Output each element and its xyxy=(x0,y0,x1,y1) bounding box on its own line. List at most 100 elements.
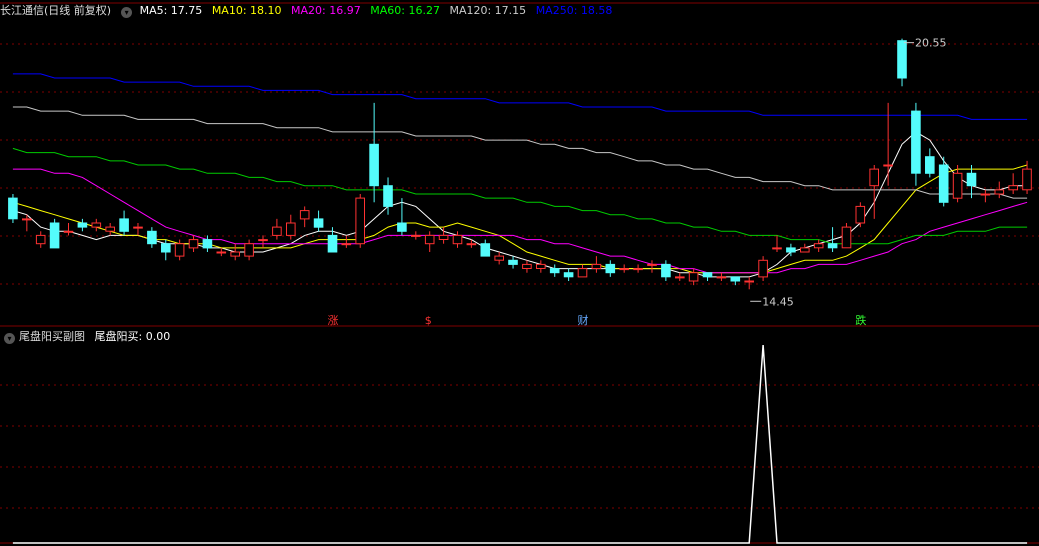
candle-body xyxy=(688,272,699,282)
candle xyxy=(202,235,213,252)
ma-line-ma250 xyxy=(12,73,1028,120)
candle-body xyxy=(1022,168,1032,191)
candle-body xyxy=(438,234,449,240)
candle-body xyxy=(202,239,213,249)
candle xyxy=(230,243,240,261)
candle-body xyxy=(230,251,240,257)
candle-body xyxy=(105,226,116,232)
candle xyxy=(119,210,129,236)
candle xyxy=(827,227,838,252)
candle xyxy=(633,264,643,273)
candle xyxy=(494,252,504,265)
candle xyxy=(688,268,699,286)
candle xyxy=(605,260,616,277)
candle xyxy=(952,165,963,203)
candle-body xyxy=(938,164,949,203)
candle-body xyxy=(911,110,921,174)
candle xyxy=(91,218,102,232)
candle-body xyxy=(758,259,768,278)
candle-body xyxy=(716,276,727,279)
candle xyxy=(272,218,282,240)
candle-body xyxy=(855,205,866,224)
candle-body xyxy=(466,243,477,246)
chevron-down-icon[interactable]: ▾ xyxy=(121,7,133,18)
ma5-label: MA5: 17.75 xyxy=(139,4,203,17)
candle xyxy=(563,268,574,281)
candle xyxy=(925,148,935,178)
candle xyxy=(411,231,421,240)
subchart-legend: ▾ 尾盘阳买副图 尾盘阳买: 0.00 xyxy=(0,327,176,347)
candle xyxy=(438,227,449,244)
candle-body xyxy=(188,239,199,249)
candle xyxy=(744,276,755,290)
candle-body xyxy=(327,234,338,253)
candle-body xyxy=(966,172,977,187)
low-price-label: 14.45 xyxy=(762,295,794,308)
candle-body xyxy=(216,251,227,254)
candle xyxy=(188,235,199,252)
candle-body xyxy=(730,276,741,282)
candle xyxy=(980,189,991,203)
candle xyxy=(480,239,491,257)
candle-body xyxy=(77,222,88,228)
candle-body xyxy=(827,243,838,249)
candle xyxy=(716,272,727,281)
candle-body xyxy=(633,268,643,271)
event-marker[interactable]: 跌 xyxy=(855,313,866,327)
candle-body xyxy=(286,222,296,236)
candle xyxy=(800,243,810,253)
candle xyxy=(8,194,18,223)
candle-body xyxy=(536,263,546,269)
candle-body xyxy=(494,255,504,261)
candle-body xyxy=(313,218,324,228)
ma-line-ma60 xyxy=(12,147,1028,245)
grid xyxy=(0,2,1039,544)
candle-body xyxy=(702,272,713,278)
candle-body xyxy=(994,189,1005,195)
candle xyxy=(355,194,365,248)
ma250-label: MA250: 18.58 xyxy=(535,4,613,17)
candle xyxy=(244,239,254,261)
candle-body xyxy=(591,263,602,269)
event-marker[interactable]: $ xyxy=(425,314,432,327)
candle-body xyxy=(772,247,782,250)
candle xyxy=(397,198,407,236)
event-marker[interactable]: 财 xyxy=(578,313,589,327)
candle-body xyxy=(355,197,365,245)
kline-chart[interactable]: 20.55 14.45 涨 $ 财 跌 xyxy=(0,0,1039,546)
chevron-down-icon[interactable]: ▾ xyxy=(4,333,15,344)
candle-body xyxy=(174,243,185,257)
candle-body xyxy=(577,268,588,278)
candle-body xyxy=(869,168,880,187)
ma60-label: MA60: 16.27 xyxy=(370,4,440,17)
candle-body xyxy=(925,156,935,174)
candle xyxy=(133,223,143,236)
event-marker[interactable]: 涨 xyxy=(327,314,338,327)
subchart-title: 尾盘阳买副图 xyxy=(19,330,85,343)
candle-body xyxy=(563,272,574,278)
candle xyxy=(341,235,352,248)
candle xyxy=(591,256,602,273)
ma10-label: MA10: 18.10 xyxy=(211,4,282,17)
candle xyxy=(147,227,157,248)
candlesticks xyxy=(8,38,1032,290)
candle-body xyxy=(480,243,491,257)
candle xyxy=(536,260,546,273)
candle xyxy=(647,260,657,273)
candle-body xyxy=(411,234,421,237)
annotations: 20.55 14.45 涨 $ 财 跌 xyxy=(327,37,946,327)
ma-line-ma5 xyxy=(12,131,1028,278)
candle-body xyxy=(647,263,657,266)
candle-body xyxy=(91,222,102,228)
indicator-subchart xyxy=(12,344,1028,544)
candle xyxy=(911,102,921,186)
candle-body xyxy=(744,280,755,283)
candle xyxy=(619,264,630,273)
candle-body xyxy=(35,234,46,245)
candle xyxy=(63,223,74,236)
candle xyxy=(675,272,685,281)
indicator-line xyxy=(12,344,1028,544)
candle-body xyxy=(397,222,407,232)
candle xyxy=(299,206,310,228)
candle xyxy=(702,272,713,281)
